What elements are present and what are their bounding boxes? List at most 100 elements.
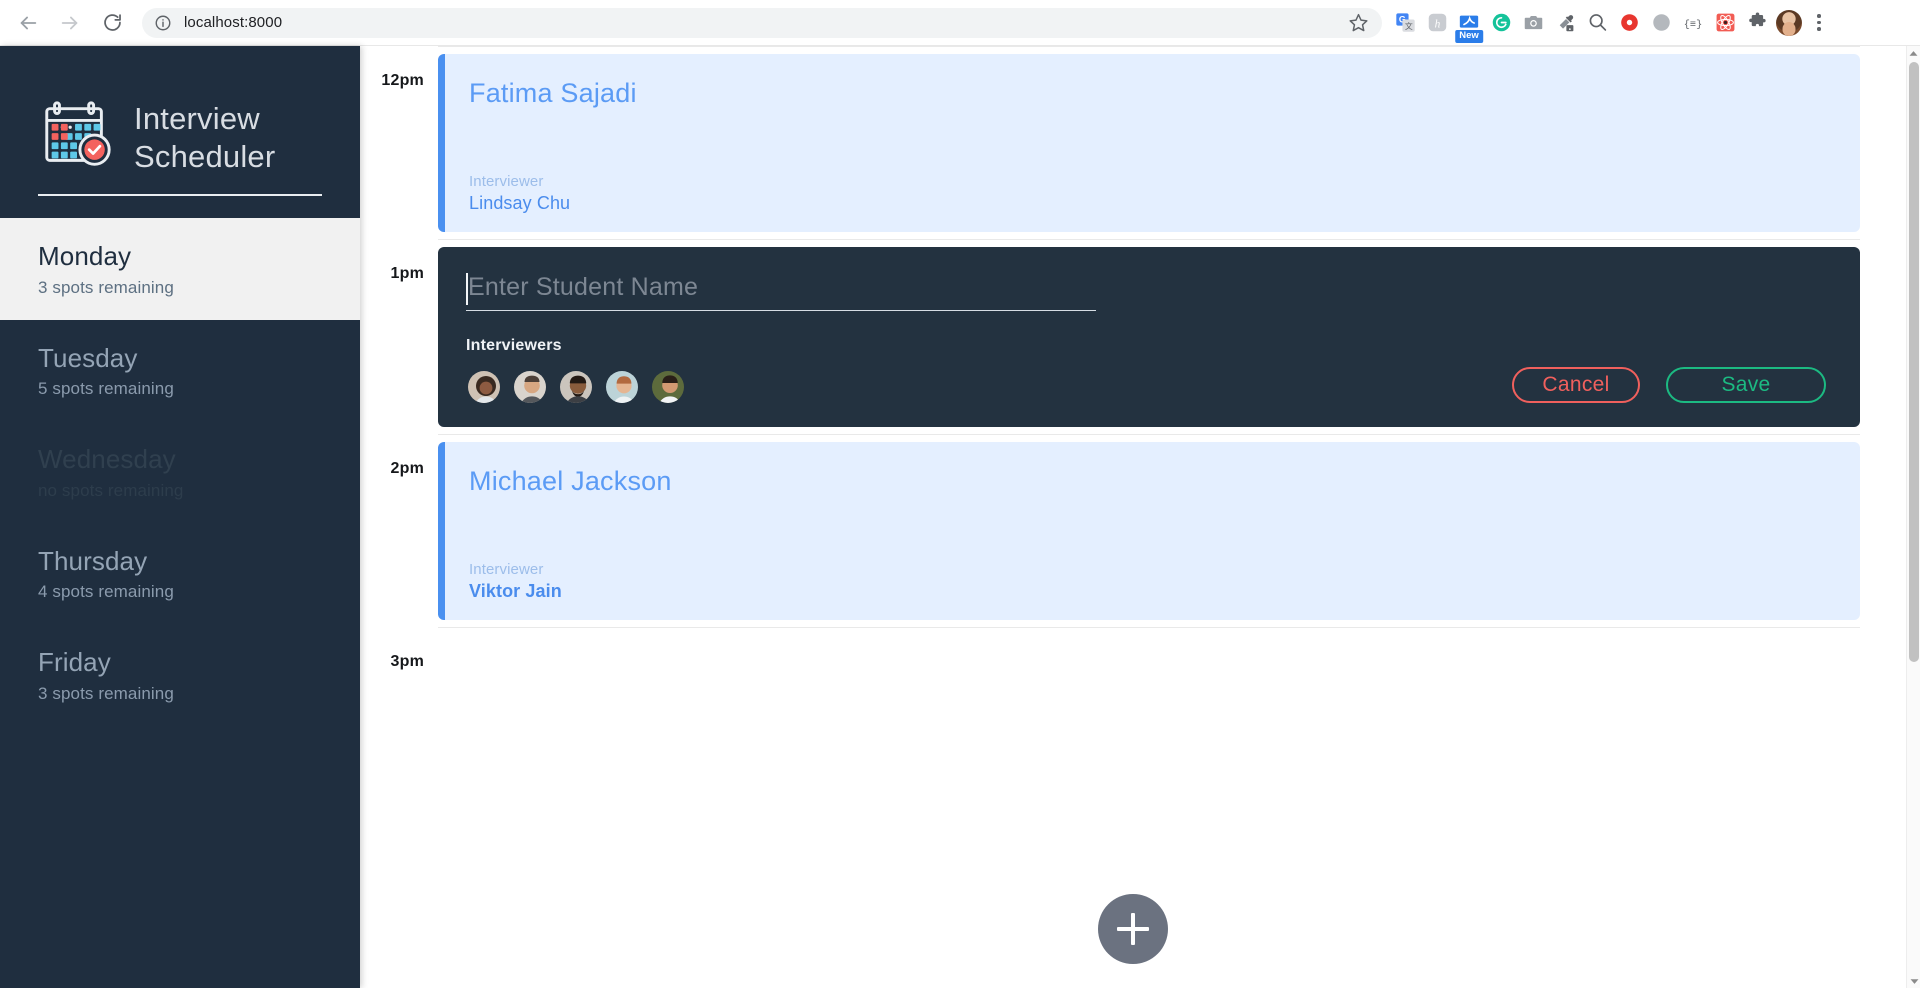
- form-footer: Interviewers Cancel Save: [466, 337, 1826, 405]
- honey-extension[interactable]: h: [1422, 8, 1452, 38]
- react-devtools-extension[interactable]: [1710, 8, 1740, 38]
- day-spots: 5 spots remaining: [38, 379, 174, 398]
- slot-divider: [438, 239, 1860, 240]
- screen-recorder-extension[interactable]: [1614, 8, 1644, 38]
- appointment-slot-1pm: 1pm Interviewers: [360, 239, 1906, 434]
- extensions-tray: G 文 h New {≡}: [1382, 8, 1832, 43]
- day-spots: 3 spots remaining: [38, 683, 174, 703]
- browser-toolbar: localhost:8000 G 文 h New {≡}: [0, 0, 1920, 46]
- day-name: Wednesday: [38, 444, 176, 474]
- json-viewer-extension[interactable]: {≡}: [1678, 8, 1708, 38]
- appointment-form: Interviewers: [438, 247, 1860, 427]
- sidebar-item-thursday[interactable]: Thursday 4 spots remaining: [0, 523, 360, 625]
- puzzle-extensions-icon[interactable]: [1742, 8, 1772, 38]
- interviewer-avatar-4[interactable]: [604, 369, 640, 405]
- screenshot-extension[interactable]: [1518, 8, 1548, 38]
- color-picker-extension[interactable]: [1550, 8, 1580, 38]
- brand-line-1: Interview: [134, 101, 260, 137]
- interviewer-avatar-list: [466, 369, 686, 405]
- schedule-list: 12pm Fatima Sajadi Interviewer Lindsay C…: [360, 46, 1906, 988]
- back-arrow-icon[interactable]: [8, 3, 48, 43]
- add-appointment-button[interactable]: [1098, 894, 1168, 964]
- brand-line-2: Scheduler: [134, 139, 276, 174]
- slot-body: Michael Jackson Interviewer Viktor Jain: [438, 434, 1906, 627]
- interviewer-block: Interviewer Lindsay Chu: [469, 173, 1860, 214]
- google-translate-extension[interactable]: G 文: [1390, 8, 1420, 38]
- scroll-up-arrow[interactable]: [1907, 46, 1920, 60]
- student-name: Michael Jackson: [469, 466, 672, 496]
- time-label: 12pm: [381, 72, 424, 89]
- interviewer-label: Interviewer: [469, 173, 544, 190]
- svg-text:{≡}: {≡}: [1684, 19, 1702, 31]
- interviewer-avatar-2[interactable]: [512, 369, 548, 405]
- reload-icon[interactable]: [92, 3, 132, 43]
- slot-body: [438, 627, 1906, 628]
- app-root: Interview Scheduler Monday 3 spots remai…: [0, 46, 1906, 988]
- kebab-menu-icon[interactable]: [1806, 8, 1832, 38]
- profile-avatar[interactable]: [1774, 8, 1804, 38]
- interviewer-picker: Interviewers: [466, 337, 686, 405]
- day-spots: 3 spots remaining: [38, 277, 174, 297]
- navigation-buttons: [0, 3, 132, 43]
- address-bar[interactable]: localhost:8000: [142, 7, 1382, 38]
- brand: Interview Scheduler: [0, 46, 360, 194]
- appointment-slot-2pm: 2pm Michael Jackson Interviewer Viktor J…: [360, 434, 1906, 627]
- student-name-field[interactable]: [466, 273, 1096, 311]
- interviewers-title: Interviewers: [466, 337, 562, 354]
- sidebar-item-friday[interactable]: Friday 3 spots remaining: [0, 624, 360, 726]
- scroll-down-arrow[interactable]: [1907, 974, 1920, 988]
- slot-body: Fatima Sajadi Interviewer Lindsay Chu: [438, 46, 1906, 239]
- sidebar-item-wednesday[interactable]: Wednesday no spots remaining: [0, 421, 360, 523]
- sidebar-divider: [38, 194, 322, 196]
- day-name: Monday: [38, 241, 132, 271]
- interviewer-name: Viktor Jain: [469, 581, 562, 601]
- save-button[interactable]: Save: [1666, 367, 1826, 403]
- svg-text:h: h: [1434, 18, 1440, 30]
- slot-divider: [438, 46, 1860, 47]
- search-extension[interactable]: [1582, 8, 1612, 38]
- star-icon[interactable]: [1348, 12, 1370, 34]
- slot-body: Interviewers: [438, 239, 1906, 434]
- interviewer-block: Interviewer Viktor Jain: [469, 561, 1860, 602]
- interviewer-name: Lindsay Chu: [469, 193, 571, 213]
- interviewer-label: Interviewer: [469, 561, 544, 578]
- student-name-input[interactable]: [466, 273, 1096, 302]
- scrollbar-thumb[interactable]: [1909, 62, 1919, 662]
- slot-divider: [438, 627, 1860, 628]
- appointment-slot-3pm: 3pm: [360, 627, 1906, 671]
- form-actions: Cancel Save: [1512, 367, 1826, 405]
- notes-clipper-extension[interactable]: New: [1454, 8, 1484, 43]
- cancel-button[interactable]: Cancel: [1512, 367, 1640, 403]
- time-label: 2pm: [390, 460, 424, 477]
- appointment-slot-12pm: 12pm Fatima Sajadi Interviewer Lindsay C…: [360, 46, 1906, 239]
- sidebar-item-tuesday[interactable]: Tuesday 5 spots remaining: [0, 320, 360, 422]
- interviewer-avatar-3[interactable]: [558, 369, 594, 405]
- appointment-card[interactable]: Fatima Sajadi Interviewer Lindsay Chu: [438, 54, 1860, 232]
- brand-title: Interview Scheduler: [134, 100, 275, 176]
- time-label: 3pm: [390, 653, 424, 670]
- url-text: localhost:8000: [184, 14, 283, 31]
- sidebar-item-monday[interactable]: Monday 3 spots remaining: [0, 218, 360, 320]
- page-scrollbar[interactable]: [1906, 46, 1920, 988]
- moon-theme-extension[interactable]: [1646, 8, 1676, 38]
- day-name: Tuesday: [38, 342, 138, 373]
- interviewer-avatar-5[interactable]: [650, 369, 686, 405]
- site-info-icon[interactable]: [154, 14, 172, 32]
- calendar-check-logo: [38, 97, 116, 180]
- svg-text:文: 文: [1404, 21, 1412, 31]
- appointment-card[interactable]: Michael Jackson Interviewer Viktor Jain: [438, 442, 1860, 620]
- day-spots: no spots remaining: [38, 480, 184, 500]
- day-spots: 4 spots remaining: [38, 582, 174, 601]
- time-label: 1pm: [390, 265, 424, 282]
- grammarly-extension[interactable]: [1486, 8, 1516, 38]
- slot-divider: [438, 434, 1860, 435]
- day-list: Monday 3 spots remaining Tuesday 5 spots…: [0, 218, 360, 726]
- interviewer-avatar-1[interactable]: [466, 369, 502, 405]
- forward-arrow-icon[interactable]: [50, 3, 90, 43]
- day-name: Thursday: [38, 545, 148, 576]
- day-name: Friday: [38, 647, 111, 677]
- student-name: Fatima Sajadi: [469, 78, 637, 108]
- extension-new-badge: New: [1455, 29, 1483, 43]
- plus-icon-vertical: [1131, 913, 1135, 945]
- sidebar: Interview Scheduler Monday 3 spots remai…: [0, 46, 360, 988]
